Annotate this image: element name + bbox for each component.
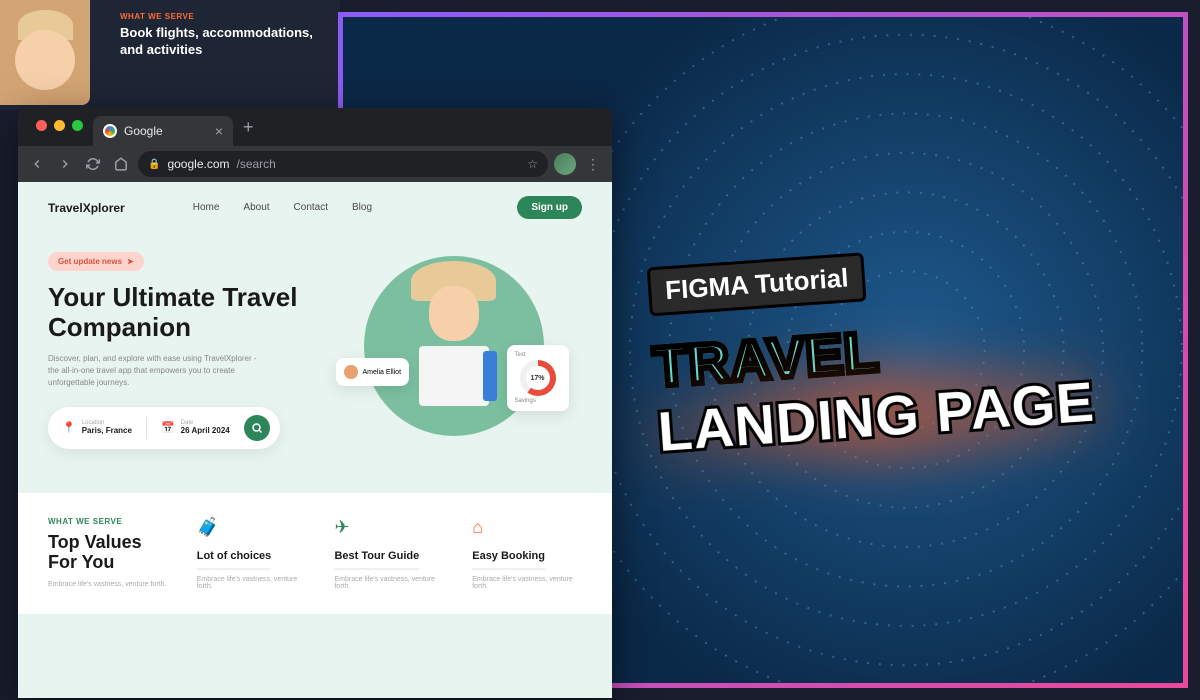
chart-card-label: Text xyxy=(515,352,561,358)
briefcase-icon: 🧳 xyxy=(197,517,307,538)
hero-image-circle: Amelia Elliot Text 17% Savings xyxy=(364,256,544,436)
url-host: google.com xyxy=(167,157,229,171)
update-news-badge[interactable]: Get update news ➤ xyxy=(48,252,144,271)
tab-strip: Google × + xyxy=(18,108,612,146)
forward-button[interactable] xyxy=(54,153,76,175)
donut-chart-icon: 17% xyxy=(520,360,556,396)
values-section: WHAT WE SERVE Top Values For You Embrace… xyxy=(18,493,612,614)
lock-icon: 🔒 xyxy=(148,159,160,170)
thumbnail-text-block: FIGMA Tutorial TRAVEL LANDING PAGE xyxy=(647,237,1097,464)
user-card-name: Amelia Elliot xyxy=(363,369,402,376)
bg-heading: Book flights, accommodations, and activi… xyxy=(120,25,330,59)
chart-percent: 17% xyxy=(530,375,544,382)
date-value: 26 April 2024 xyxy=(181,426,230,435)
address-bar[interactable]: 🔒 google.com/search ☆ xyxy=(138,151,548,177)
search-button[interactable] xyxy=(244,415,270,441)
bg-eyebrow: WHAT WE SERVE xyxy=(120,12,330,21)
nav-link-blog[interactable]: Blog xyxy=(352,202,372,213)
value-desc: Embrace life's vastness, venture forth. xyxy=(197,576,307,590)
traveler-illustration xyxy=(384,261,524,431)
page-content: TravelXplorer Home About Contact Blog Si… xyxy=(18,182,612,698)
value-desc: Embrace life's vastness, venture forth. xyxy=(472,576,582,590)
mini-avatar xyxy=(344,365,358,379)
browser-tab[interactable]: Google × xyxy=(93,116,233,146)
tab-title: Google xyxy=(124,124,163,138)
close-tab-icon[interactable]: × xyxy=(215,123,223,139)
hero-section: Get update news ➤ Your Ultimate Travel C… xyxy=(18,233,612,479)
value-col-booking: ⌂ Easy Booking Embrace life's vastness, … xyxy=(472,517,582,590)
window-controls xyxy=(26,108,93,143)
avatar xyxy=(0,0,90,105)
hero-title: Your Ultimate Travel Companion xyxy=(48,283,305,343)
value-title: Lot of choices xyxy=(197,550,272,570)
airplane-icon: ✈ xyxy=(334,517,444,538)
location-field[interactable]: 📍 Location Paris, France xyxy=(62,420,132,435)
location-value: Paris, France xyxy=(82,426,132,435)
hero-subtitle: Discover, plan, and explore with ease us… xyxy=(48,353,268,389)
browser-menu-button[interactable]: ⋮ xyxy=(582,156,604,173)
value-col-guide: ✈ Best Tour Guide Embrace life's vastnes… xyxy=(334,517,444,590)
home-button[interactable] xyxy=(110,153,132,175)
search-capsule: 📍 Location Paris, France 📅 Date 26 April… xyxy=(48,407,280,449)
hero-right-column: Amelia Elliot Text 17% Savings xyxy=(325,251,582,449)
back-button[interactable] xyxy=(26,153,48,175)
values-heading-col: WHAT WE SERVE Top Values For You Embrace… xyxy=(48,517,169,590)
nav-link-home[interactable]: Home xyxy=(193,202,220,213)
profile-avatar[interactable] xyxy=(554,153,576,175)
location-pin-icon: 📍 xyxy=(62,421,76,434)
value-title: Best Tour Guide xyxy=(334,550,419,570)
value-title: Easy Booking xyxy=(472,550,545,570)
user-mini-card: Amelia Elliot xyxy=(336,358,410,386)
site-brand[interactable]: TravelXplorer xyxy=(48,201,125,215)
value-col-choices: 🧳 Lot of choices Embrace life's vastness… xyxy=(197,517,307,590)
nav-links: Home About Contact Blog xyxy=(193,202,372,213)
hero-left-column: Get update news ➤ Your Ultimate Travel C… xyxy=(48,251,305,449)
close-window-button[interactable] xyxy=(36,120,47,131)
url-path: /search xyxy=(237,157,276,171)
nav-link-about[interactable]: About xyxy=(243,202,269,213)
values-title: Top Values For You xyxy=(48,532,169,573)
nav-link-contact[interactable]: Contact xyxy=(294,202,328,213)
new-tab-button[interactable]: + xyxy=(233,117,264,138)
signup-button[interactable]: Sign up xyxy=(517,196,582,219)
values-eyebrow: WHAT WE SERVE xyxy=(48,517,169,526)
site-nav: TravelXplorer Home About Contact Blog Si… xyxy=(18,182,612,233)
minimize-window-button[interactable] xyxy=(54,120,65,131)
maximize-window-button[interactable] xyxy=(72,120,83,131)
calendar-icon: 📅 xyxy=(161,421,175,434)
date-field[interactable]: 📅 Date 26 April 2024 xyxy=(161,420,230,435)
background-preview-card: WHAT WE SERVE Book flights, accommodatio… xyxy=(0,0,340,110)
bookmark-star-icon[interactable]: ☆ xyxy=(527,157,538,171)
favicon-icon xyxy=(103,124,117,138)
reload-button[interactable] xyxy=(82,153,104,175)
send-icon: ➤ xyxy=(127,257,134,266)
browser-window: Google × + 🔒 google.com/search ☆ ⋮ Trave… xyxy=(18,108,612,698)
browser-toolbar: 🔒 google.com/search ☆ ⋮ xyxy=(18,146,612,182)
house-icon: ⌂ xyxy=(472,517,582,538)
stat-chart-card: Text 17% Savings xyxy=(507,345,569,411)
values-desc: Embrace life's vastness, venture forth. xyxy=(48,581,169,588)
value-desc: Embrace life's vastness, venture forth. xyxy=(334,576,444,590)
divider xyxy=(146,417,147,439)
chart-sublabel: Savings xyxy=(515,398,561,404)
badge-text: Get update news xyxy=(58,257,122,266)
